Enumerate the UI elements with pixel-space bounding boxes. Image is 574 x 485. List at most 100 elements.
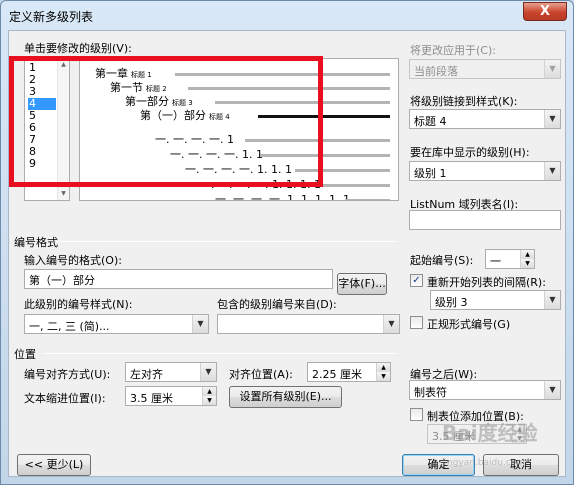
level-label: 单击要修改的级别(V):	[24, 42, 132, 55]
level-item-9[interactable]: 9	[28, 158, 56, 170]
chevron-down-icon: ▼	[544, 381, 560, 399]
start-at-spinner[interactable]: 一 ▲ ▼	[485, 249, 535, 269]
group-divider	[57, 241, 397, 242]
gallery-level-select[interactable]: 级别 1 ▼	[409, 161, 561, 181]
aligned-at-label: 对齐位置(A):	[229, 368, 293, 381]
start-at-value: 一	[490, 255, 501, 268]
level-preview: 第一章 标题 1 第一节 标题 2 第一部分 标题 3 第（一）部分 标题 4 一. 一. 一.…	[79, 58, 399, 201]
preview-row-number: 一. 一. 一. 一. 1. 1. 1	[185, 163, 292, 176]
number-style-label: 此级别的编号样式(N):	[24, 298, 133, 311]
spinner-buttons[interactable]: ▲ ▼	[202, 387, 216, 405]
add-tab-stop-checkbox[interactable]	[410, 408, 423, 421]
less-button[interactable]: << 更少(L)	[17, 454, 91, 476]
chevron-down-icon: ▼	[383, 315, 399, 333]
legal-numbering-label: 正规形式编号(G)	[427, 318, 511, 331]
link-style-select[interactable]: 标题 4 ▼	[409, 109, 561, 129]
preview-row-style: 标题 2	[146, 85, 167, 93]
title-bar[interactable]: 定义新多级列表 X	[1, 1, 573, 29]
gallery-level-label: 要在库中显示的级别(H):	[410, 146, 530, 159]
restart-level-select[interactable]: 级别 3 ▼	[430, 290, 561, 310]
number-format-input[interactable]: 第（一）部分	[24, 269, 333, 289]
close-icon: X	[539, 4, 551, 19]
number-style-select[interactable]: 一, 二, 三 (简)... ▼	[24, 314, 209, 334]
chevron-down-icon: ▼	[200, 363, 216, 381]
font-button[interactable]: 字体(F)...	[337, 273, 387, 295]
chevron-down-icon: ▼	[544, 162, 560, 180]
preview-text-line	[258, 115, 390, 118]
group-divider	[43, 353, 397, 354]
level-list-scrollbar[interactable]: ▲ ▼	[57, 59, 69, 200]
preview-row-3: 第一部分 标题 3	[125, 95, 193, 110]
chevron-down-icon: ▼	[544, 60, 560, 78]
preview-row-5: 一. 一. 一. 一. 1	[155, 133, 234, 146]
spin-down-icon[interactable]: ▼	[203, 396, 216, 405]
aligned-at-value: 2.25 厘米	[312, 368, 362, 381]
alignment-value: 左对齐	[130, 368, 163, 381]
restart-list-checkbox[interactable]: ✓	[410, 274, 423, 287]
preview-text-line	[175, 73, 390, 76]
watermark: Bai度经验 jingyan.baidu.com	[442, 421, 538, 468]
level-list[interactable]: ▲ ▼ 123456789	[24, 58, 70, 201]
dialog-body: 单击要修改的级别(V): ▲ ▼ 123456789 第一章 标题 1 第一节 标题 …	[8, 30, 566, 477]
preview-row-number: 第一部分	[125, 95, 169, 108]
close-button[interactable]: X	[523, 2, 567, 21]
include-level-select[interactable]: ▼	[217, 314, 400, 334]
legal-numbering-checkbox[interactable]	[410, 316, 423, 329]
preview-row-9: 一. 一. 一. 一. 1. 1. 1. 1. 1	[215, 193, 350, 201]
link-style-value: 标题 4	[414, 115, 447, 128]
apply-to-value: 当前段落	[414, 65, 458, 78]
spin-down-icon[interactable]: ▼	[521, 259, 534, 268]
preview-text-line	[188, 87, 390, 90]
follow-number-select[interactable]: 制表符 ▼	[409, 380, 561, 400]
preview-row-style: 标题 3	[172, 99, 193, 107]
apply-to-select[interactable]: 当前段落 ▼	[409, 59, 561, 79]
spinner-buttons[interactable]: ▲ ▼	[376, 363, 390, 381]
preview-text-line	[215, 101, 390, 104]
follow-number-value: 制表符	[414, 386, 447, 399]
spin-down-icon[interactable]: ▼	[377, 372, 390, 381]
preview-text-line	[295, 169, 390, 172]
spin-up-icon[interactable]: ▲	[203, 387, 216, 396]
preview-row-8: 一. 一. 一. 一. 1. 1. 1. 1	[200, 178, 321, 191]
window-title: 定义新多级列表	[9, 10, 94, 24]
spinner-buttons[interactable]: ▲ ▼	[520, 250, 534, 268]
preview-row-7: 一. 一. 一. 一. 1. 1. 1	[185, 163, 292, 176]
chevron-down-icon: ▼	[544, 291, 560, 309]
preview-row-2: 第一节 标题 2	[110, 81, 167, 96]
aligned-at-spinner[interactable]: 2.25 厘米 ▲ ▼	[307, 362, 391, 382]
preview-text-line	[345, 199, 390, 200]
set-all-levels-button[interactable]: 设置所有级别(E)...	[229, 386, 342, 408]
alignment-select[interactable]: 左对齐 ▼	[125, 362, 217, 382]
preview-row-number: 一. 一. 一. 一. 1. 1. 1. 1. 1	[215, 193, 350, 201]
include-level-label: 包含的级别编号来自(D):	[217, 298, 337, 311]
preview-row-number: 一. 一. 一. 一. 1	[155, 133, 234, 146]
preview-row-number: 第一章	[95, 67, 128, 80]
text-indent-label: 文本缩进位置(I):	[24, 392, 106, 405]
number-style-value: 一, 二, 三 (简)...	[29, 320, 110, 333]
preview-text-line	[320, 184, 390, 187]
preview-text-line	[245, 139, 390, 142]
scroll-down-icon[interactable]: ▼	[58, 188, 69, 200]
text-indent-value: 3.5 厘米	[130, 392, 173, 405]
preview-row-6: 一. 一. 一. 一. 1. 1	[170, 148, 263, 161]
apply-to-label: 将更改应用于(C):	[410, 44, 496, 57]
spin-up-icon[interactable]: ▲	[377, 363, 390, 372]
alignment-label: 编号对齐方式(U):	[24, 368, 111, 381]
gallery-level-value: 级别 1	[414, 167, 447, 180]
listnum-input[interactable]	[409, 210, 561, 230]
spin-up-icon[interactable]: ▲	[521, 250, 534, 259]
scroll-up-icon[interactable]: ▲	[58, 59, 69, 71]
start-at-label: 起始编号(S):	[410, 254, 474, 267]
link-style-label: 将级别链接到样式(K):	[410, 95, 518, 108]
restart-list-label: 重新开始列表的间隔(R):	[427, 276, 546, 289]
chevron-down-icon: ▼	[544, 110, 560, 128]
number-format-input-label: 输入编号的格式(O):	[24, 254, 122, 267]
preview-row-number: 一. 一. 一. 一. 1. 1. 1. 1	[200, 178, 321, 191]
preview-row-1: 第一章 标题 1	[95, 67, 152, 82]
number-format-group-label: 编号格式	[14, 236, 58, 249]
preview-row-style: 标题 1	[131, 71, 152, 79]
preview-row-number: 一. 一. 一. 一. 1. 1	[170, 148, 263, 161]
preview-row-style: 标题 4	[209, 113, 230, 121]
position-group-label: 位置	[14, 348, 36, 361]
text-indent-spinner[interactable]: 3.5 厘米 ▲ ▼	[125, 386, 217, 406]
